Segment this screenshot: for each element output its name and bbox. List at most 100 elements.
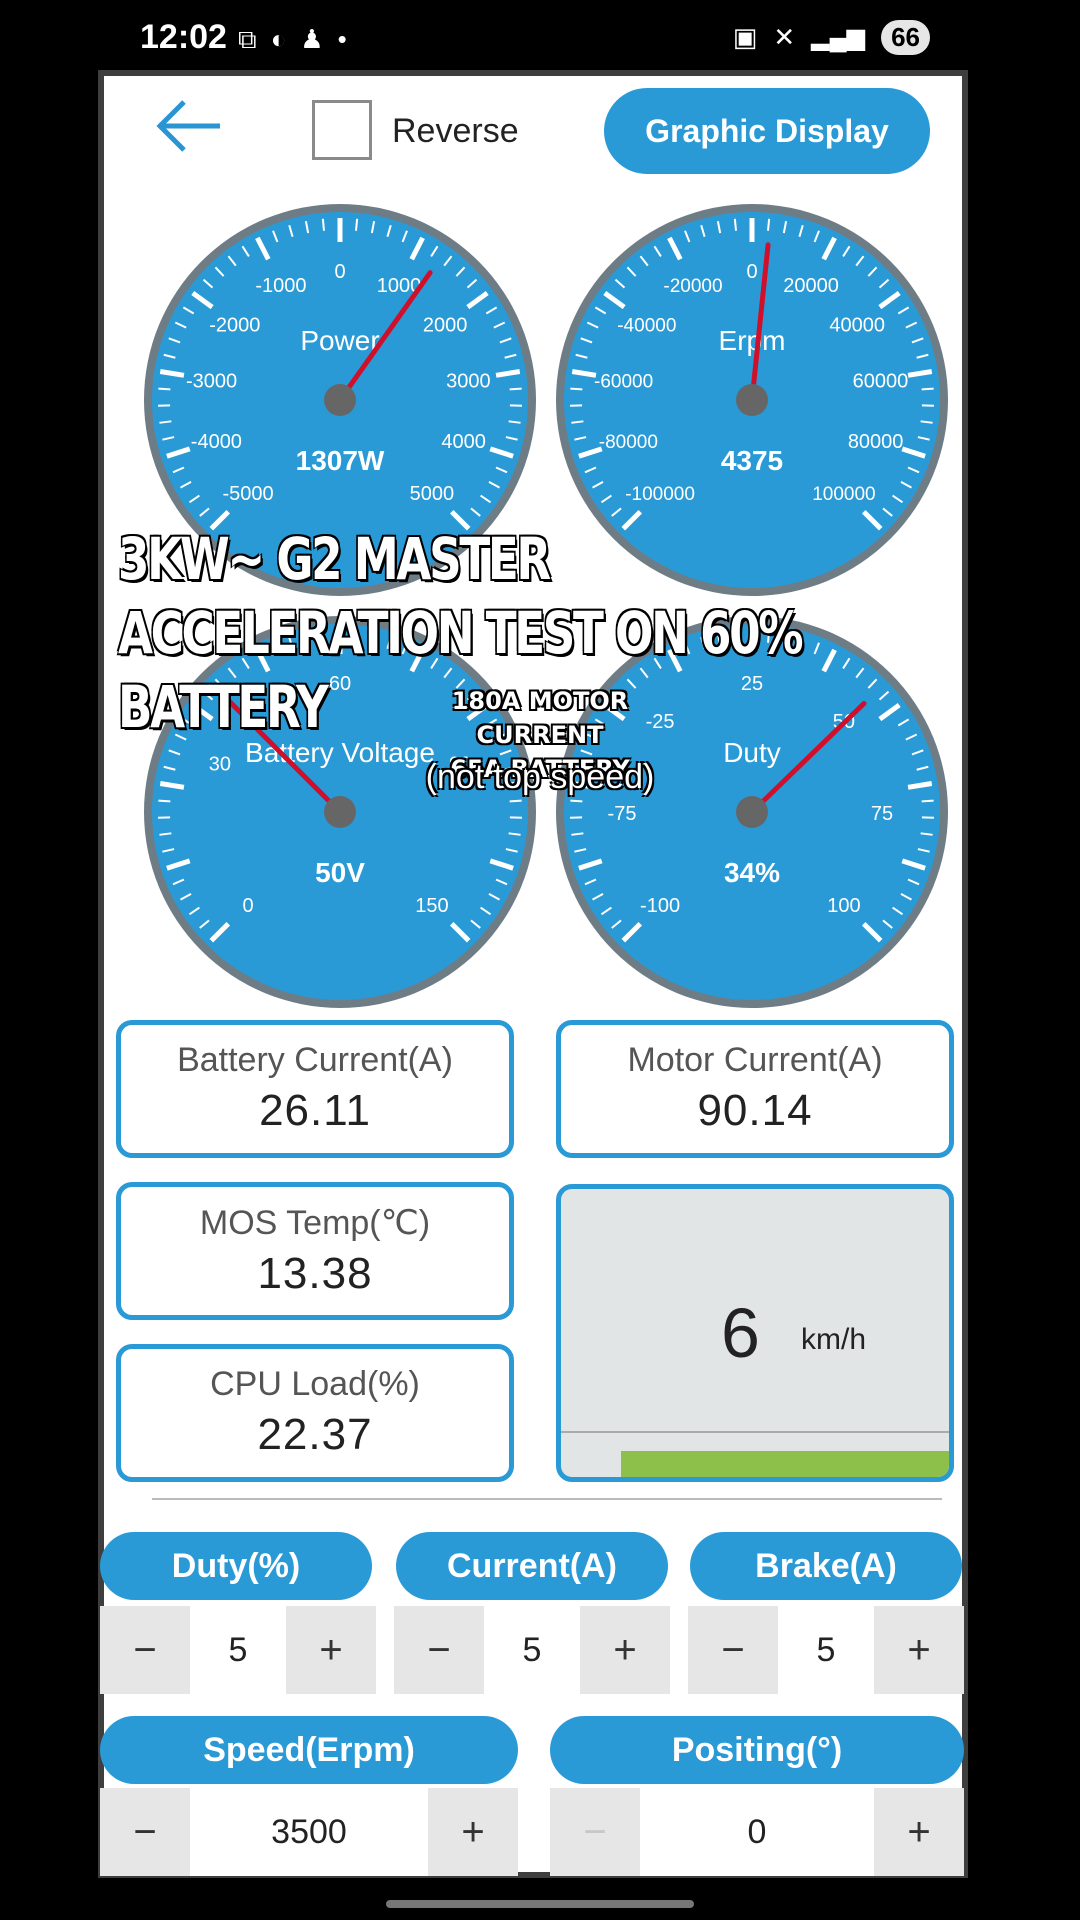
reverse-checkbox[interactable] [312,100,372,160]
speed-control-button[interactable]: Speed(Erpm) [100,1716,518,1784]
overlay-note: (not top speed) [425,758,655,796]
home-indicator[interactable] [386,1900,694,1908]
gauge-tick-label: -60000 [594,372,653,393]
gauge-minor-tick [355,218,359,231]
brake-plus-button[interactable]: + [874,1606,964,1694]
duty-stepper: − 5 + [100,1606,376,1694]
positing-stepper: − 0 + [550,1788,964,1876]
current-control-button[interactable]: Current(A) [396,1532,668,1600]
gauge-tick-label: -75 [608,803,637,825]
gauge-hub [736,384,768,416]
brake-value-field[interactable]: 5 [778,1606,874,1694]
current-stepper: − 5 + [394,1606,670,1694]
gauge-minor-tick [509,799,522,803]
duty-plus-button[interactable]: + [286,1606,376,1694]
duty-value-field[interactable]: 5 [190,1606,286,1694]
speed-value: 6 [721,1294,760,1372]
current-value-field[interactable]: 5 [484,1606,580,1694]
gauge-label: Power [300,325,379,356]
positing-control-button[interactable]: Positing(°) [550,1716,964,1784]
gauge-tick-label: 0 [746,261,757,283]
reverse-label: Reverse [392,112,519,150]
gauge-tick-label: 4000 [441,431,486,453]
gauge-tick-label: 80000 [848,431,904,453]
gauge-minor-tick [767,218,771,231]
gauge-tick-label: -5000 [222,483,273,505]
gauge-tick-label: 5000 [410,483,455,505]
gauge-value-text: 4375 [721,445,783,476]
status-time: 12:02 [140,18,227,56]
current-minus-button[interactable]: − [394,1606,484,1694]
gauge-hub [736,796,768,828]
gauge-tick-label: -3000 [186,371,237,393]
mute-icon: ✕ [773,22,796,52]
back-arrow-glyph [156,100,220,152]
snapchat-icon: ♟ [300,24,324,54]
header-bar: Reverse Graphic Display [104,76,962,186]
duty-control-button[interactable]: Duty(%) [100,1532,372,1600]
speed-bar [621,1451,949,1477]
gauge-hub [324,796,356,828]
motor-current-label: Motor Current(A) [627,1041,883,1079]
brake-stepper: − 5 + [688,1606,964,1694]
gauge-tick-label: -100 [640,895,680,917]
gauge-tick-label: 30 [209,753,231,775]
speed-value-field[interactable]: 3500 [190,1788,428,1876]
gauge-minor-tick [509,387,522,391]
gauge-minor-tick [158,799,171,803]
dot-icon: • [337,24,347,54]
gauge-minor-tick [921,387,934,391]
gauge-minor-tick [570,799,583,803]
status-notification-icons: ⧉ ◐ ♟ • [238,22,347,56]
brake-minus-button[interactable]: − [688,1606,778,1694]
gauge-tick-label: -100000 [625,484,695,505]
gauge-tick-label: 2000 [423,315,468,337]
gauge-tick-label: 100 [827,895,860,917]
speed-minus-button[interactable]: − [100,1788,190,1876]
gauge-minor-tick [158,387,171,391]
gauge-tick-label: -40000 [617,316,676,337]
motor-current-value: 90.14 [697,1086,813,1135]
gauge-tick-label: -20000 [663,276,722,297]
current-plus-button[interactable]: + [580,1606,670,1694]
positing-plus-button[interactable]: + [874,1788,964,1876]
positing-value-field[interactable]: 0 [640,1788,874,1876]
mos-temp-label: MOS Temp(℃) [199,1204,431,1242]
cpu-load-box: CPU Load(%) 22.37 [116,1344,514,1482]
duty-minus-button[interactable]: − [100,1606,190,1694]
speed-divider [561,1431,949,1433]
gauge-tick-label: 0 [334,261,345,283]
speed-display: 6 km/h [556,1184,954,1482]
brake-control-button[interactable]: Brake(A) [690,1532,962,1600]
gauge-tick-label: 60000 [853,371,909,393]
gauge-minor-tick [733,218,737,231]
overlay-sub-line: 180A MOTOR CURRENT [451,687,629,749]
signal-icon: ▂▄▆ [811,24,866,51]
speed-plus-button[interactable]: + [428,1788,518,1876]
mos-temp-value: 13.38 [257,1249,373,1298]
graphic-display-button[interactable]: Graphic Display [604,88,930,174]
cast-icon: ▣ [732,22,758,52]
gauge-tick-label: 20000 [783,275,839,297]
gauge-minor-tick [321,218,325,231]
gauge-tick-label: -80000 [599,432,658,453]
mos-temp-box: MOS Temp(℃) 13.38 [116,1182,514,1320]
gauge-value-text: 34% [724,857,780,888]
battery-current-label: Battery Current(A) [177,1041,453,1079]
messenger-icon: ◐ [270,24,287,54]
gauge-tick-label: 150 [415,895,448,917]
controls-divider [152,1498,942,1500]
gauge-tick-label: -2000 [209,315,260,337]
cpu-load-label: CPU Load(%) [210,1365,420,1403]
gauge-minor-tick [921,799,934,803]
overlay-title-line: 3KW~ G2 MASTER [118,525,551,593]
app-screen: Reverse Graphic Display -5000 -4000 -3000 -… [98,70,968,1878]
gauge-tick-label: -4000 [191,431,242,453]
gauge-minor-tick [570,387,583,391]
gauge-tick-label: 100000 [812,484,875,505]
positing-minus-button[interactable]: − [550,1788,640,1876]
gauge-tick-label: 3000 [446,371,491,393]
battery-current-value: 26.11 [259,1086,371,1135]
speed-stepper: − 3500 + [100,1788,518,1876]
back-arrow-icon[interactable] [154,96,224,156]
